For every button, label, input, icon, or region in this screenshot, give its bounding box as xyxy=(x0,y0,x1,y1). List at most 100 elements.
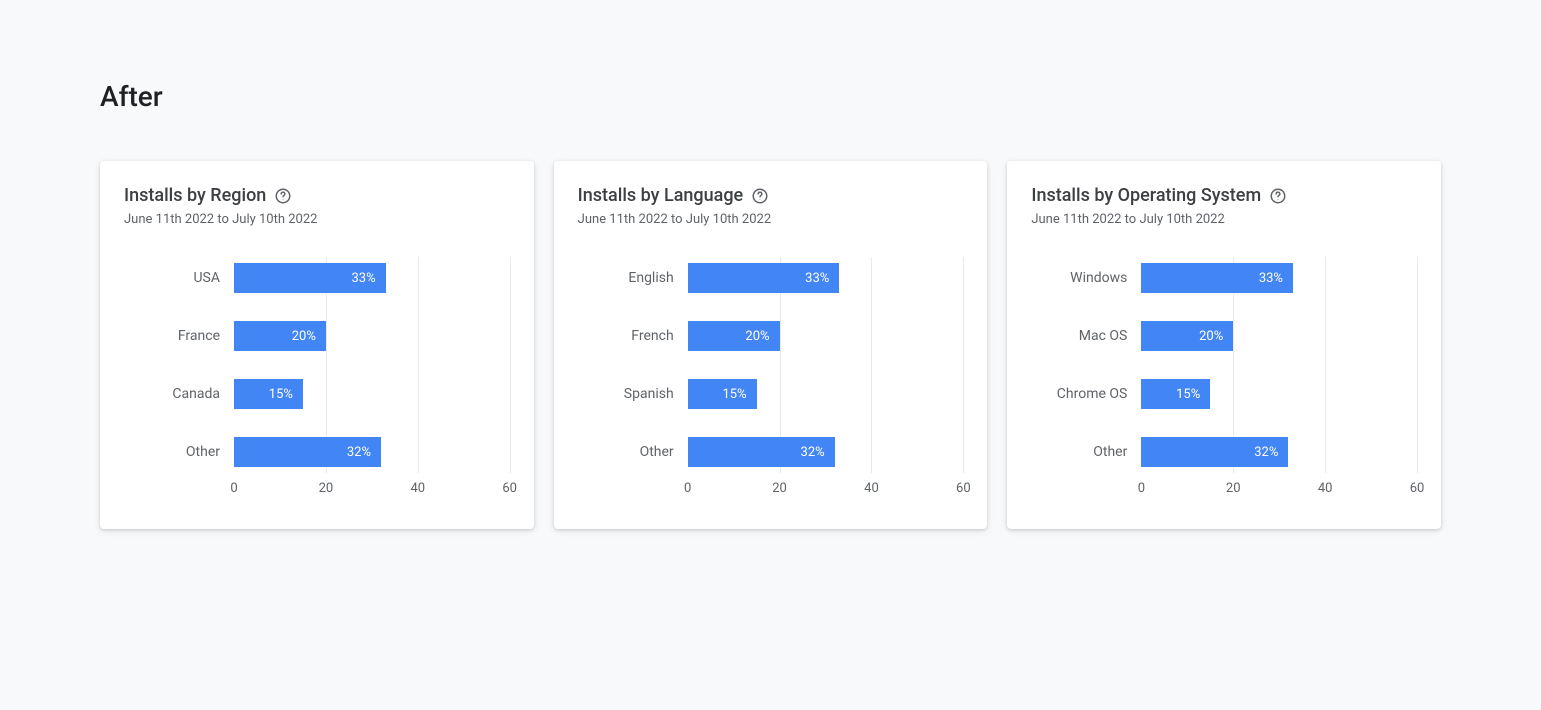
x-axis: 0204060 xyxy=(124,481,510,501)
card-header: Installs by Operating System xyxy=(1031,185,1417,206)
axis-tick: 40 xyxy=(864,481,879,496)
axis-tick: 0 xyxy=(1138,481,1145,496)
bar: 32% xyxy=(234,437,381,467)
help-icon[interactable] xyxy=(751,187,769,205)
bar-track: 15% xyxy=(1141,379,1417,409)
bar: 20% xyxy=(234,321,326,351)
bar-track: 32% xyxy=(234,437,510,467)
bar-value-label: 20% xyxy=(292,329,316,344)
bar: 33% xyxy=(688,263,840,293)
bar-row: Other 32% xyxy=(578,437,964,467)
bar-value-label: 15% xyxy=(269,387,293,402)
bar-label: Other xyxy=(124,444,234,460)
bar-value-label: 20% xyxy=(745,329,769,344)
bar-row: English 33% xyxy=(578,263,964,293)
card-date-range: June 11th 2022 to July 10th 2022 xyxy=(124,212,510,227)
bar-value-label: 32% xyxy=(347,445,371,460)
card-title: Installs by Operating System xyxy=(1031,185,1261,206)
card-header: Installs by Language xyxy=(578,185,964,206)
bar-value-label: 15% xyxy=(1176,387,1200,402)
axis-tick: 60 xyxy=(502,481,517,496)
axis-tick: 60 xyxy=(956,481,971,496)
bar-track: 20% xyxy=(688,321,964,351)
axis-ticks: 0204060 xyxy=(688,481,964,501)
bar: 33% xyxy=(1141,263,1293,293)
axis-tick: 60 xyxy=(1410,481,1425,496)
card-installs-by-os: Installs by Operating System June 11th 2… xyxy=(1007,161,1441,529)
card-installs-by-region: Installs by Region June 11th 2022 to Jul… xyxy=(100,161,534,529)
bar-label: French xyxy=(578,328,688,344)
bar-track: 33% xyxy=(1141,263,1417,293)
axis-tick: 40 xyxy=(1318,481,1333,496)
bar-row: USA 33% xyxy=(124,263,510,293)
bar-label: France xyxy=(124,328,234,344)
bar: 33% xyxy=(234,263,386,293)
bar-row: Mac OS 20% xyxy=(1031,321,1417,351)
bar: 15% xyxy=(234,379,303,409)
gridline xyxy=(963,257,964,473)
cards-container: Installs by Region June 11th 2022 to Jul… xyxy=(100,161,1441,529)
bar-value-label: 32% xyxy=(801,445,825,460)
bar-label: Windows xyxy=(1031,270,1141,286)
bar-track: 32% xyxy=(1141,437,1417,467)
gridline xyxy=(510,257,511,473)
axis-tick: 40 xyxy=(410,481,425,496)
bar: 15% xyxy=(1141,379,1210,409)
gridline xyxy=(1417,257,1418,473)
bar-row: Chrome OS 15% xyxy=(1031,379,1417,409)
bar-label: Canada xyxy=(124,386,234,402)
chart-rows: English 33% French 20% Spanish 15% Other… xyxy=(578,263,964,467)
chart-os: Windows 33% Mac OS 20% Chrome OS 15% Oth… xyxy=(1031,263,1417,501)
help-icon[interactable] xyxy=(274,187,292,205)
bar-label: USA xyxy=(124,270,234,286)
card-title: Installs by Region xyxy=(124,185,266,206)
bar: 20% xyxy=(1141,321,1233,351)
bar: 32% xyxy=(1141,437,1288,467)
bar-label: Mac OS xyxy=(1031,328,1141,344)
bar-label: English xyxy=(578,270,688,286)
help-icon[interactable] xyxy=(1269,187,1287,205)
bar-track: 20% xyxy=(234,321,510,351)
bar-track: 15% xyxy=(234,379,510,409)
bar-row: Other 32% xyxy=(1031,437,1417,467)
bar-row: France 20% xyxy=(124,321,510,351)
bar-value-label: 33% xyxy=(1259,271,1283,286)
bar-track: 20% xyxy=(1141,321,1417,351)
axis-ticks: 0204060 xyxy=(234,481,510,501)
bar-track: 33% xyxy=(234,263,510,293)
bar-label: Chrome OS xyxy=(1031,386,1141,402)
axis-tick: 20 xyxy=(319,481,334,496)
axis-tick: 20 xyxy=(1226,481,1241,496)
bar-label: Other xyxy=(1031,444,1141,460)
bar: 32% xyxy=(688,437,835,467)
bar-track: 33% xyxy=(688,263,964,293)
bar-track: 32% xyxy=(688,437,964,467)
bar-row: Other 32% xyxy=(124,437,510,467)
bar-value-label: 20% xyxy=(1199,329,1223,344)
bar-label: Spanish xyxy=(578,386,688,402)
axis-tick: 0 xyxy=(684,481,691,496)
card-installs-by-language: Installs by Language June 11th 2022 to J… xyxy=(554,161,988,529)
chart-language: English 33% French 20% Spanish 15% Other… xyxy=(578,263,964,501)
x-axis: 0204060 xyxy=(1031,481,1417,501)
chart-rows: USA 33% France 20% Canada 15% Other 32% xyxy=(124,263,510,467)
page-title: After xyxy=(100,80,1441,113)
axis-tick: 20 xyxy=(772,481,787,496)
axis-tick: 0 xyxy=(230,481,237,496)
bar-value-label: 32% xyxy=(1254,445,1278,460)
bar-label: Other xyxy=(578,444,688,460)
bar-value-label: 33% xyxy=(351,271,375,286)
chart-region: USA 33% France 20% Canada 15% Other 32% xyxy=(124,263,510,501)
bar-row: Windows 33% xyxy=(1031,263,1417,293)
bar: 15% xyxy=(688,379,757,409)
x-axis: 0204060 xyxy=(578,481,964,501)
card-date-range: June 11th 2022 to July 10th 2022 xyxy=(1031,212,1417,227)
bar-row: French 20% xyxy=(578,321,964,351)
card-header: Installs by Region xyxy=(124,185,510,206)
card-date-range: June 11th 2022 to July 10th 2022 xyxy=(578,212,964,227)
axis-ticks: 0204060 xyxy=(1141,481,1417,501)
card-title: Installs by Language xyxy=(578,185,744,206)
bar: 20% xyxy=(688,321,780,351)
bar-value-label: 33% xyxy=(805,271,829,286)
bar-value-label: 15% xyxy=(722,387,746,402)
